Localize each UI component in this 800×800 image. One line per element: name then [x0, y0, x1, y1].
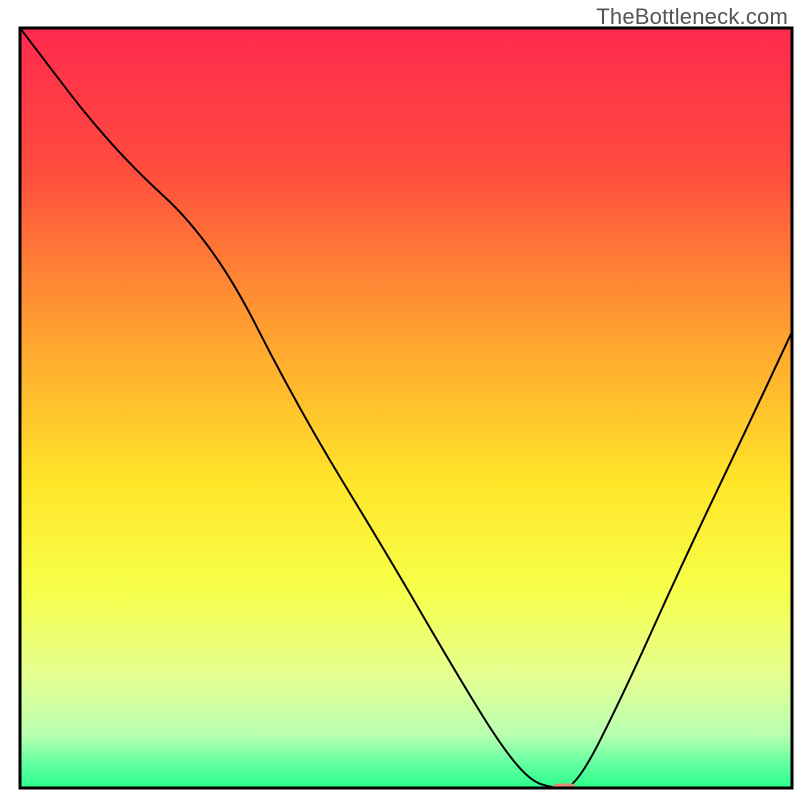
bottleneck-chart	[0, 0, 800, 800]
gradient-background	[20, 28, 792, 788]
watermark-text: TheBottleneck.com	[596, 4, 788, 30]
chart-container: TheBottleneck.com	[0, 0, 800, 800]
